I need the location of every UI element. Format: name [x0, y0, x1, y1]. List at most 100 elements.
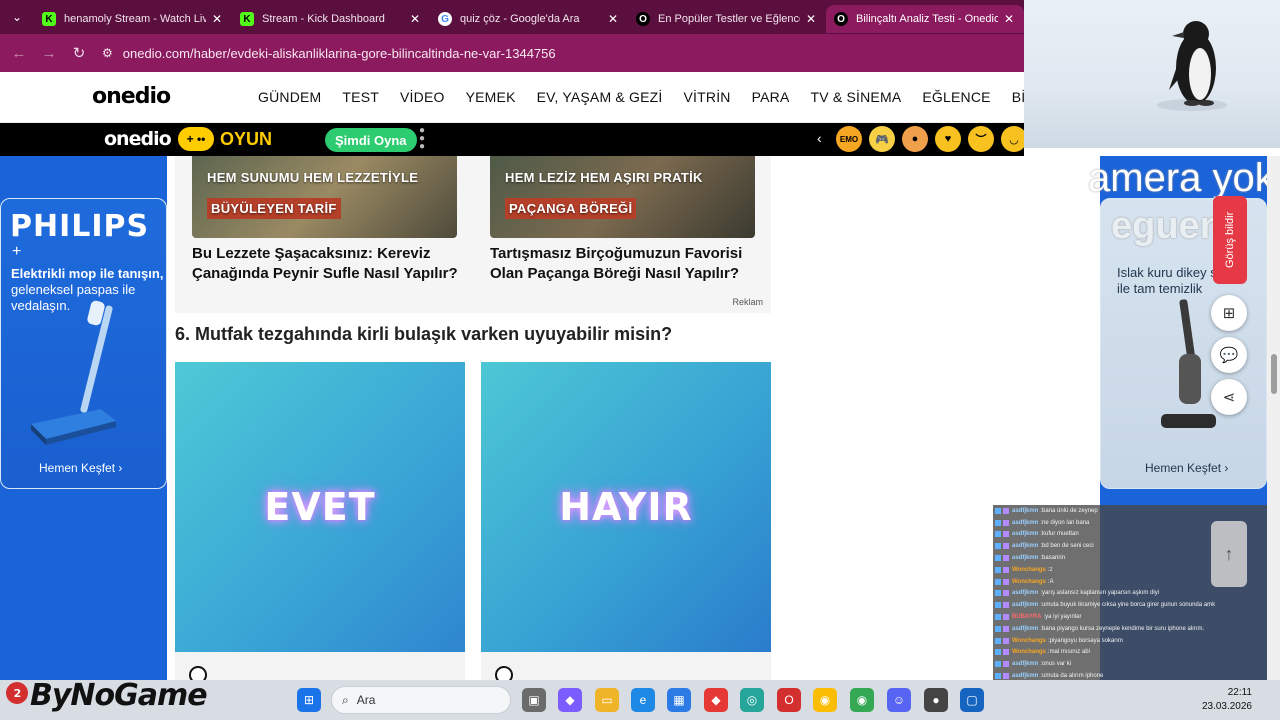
chat-message: BUBAYRA: ya iyi yayınlar — [993, 611, 1280, 623]
tab-title: En Popüler Testler ve Eğlenceli — [658, 13, 800, 25]
chat-username[interactable]: Wonchangs — [1012, 649, 1046, 655]
close-tab-icon[interactable]: ✕ — [606, 12, 620, 26]
red-app-icon[interactable]: ◆ — [704, 688, 728, 712]
browser-tab-3[interactable]: G quiz çöz - Google'da Ara ✕ — [430, 5, 628, 33]
nav-tv-sinema[interactable]: TV & SİNEMA — [810, 89, 901, 105]
close-tab-icon[interactable]: ✕ — [210, 12, 224, 26]
chat-username[interactable]: asdfjkmn — [1012, 590, 1038, 596]
opera-icon[interactable]: O — [777, 688, 801, 712]
sad-emoji-icon[interactable]: ︶ — [968, 126, 994, 152]
left-ad-card[interactable]: PHILIPS + Elektrikli mop ile tanışın, ge… — [0, 198, 167, 489]
chat-username[interactable]: asdfjkmn — [1012, 531, 1038, 537]
tab-title: Bilinçaltı Analiz Testi - Onedio — [856, 13, 998, 25]
discord-icon[interactable]: ☺ — [887, 688, 911, 712]
chat-username[interactable]: asdfjkmn — [1012, 673, 1038, 679]
store-icon[interactable]: ▦ — [667, 688, 691, 712]
recommendation-box: HEM SUNUMU HEM LEZZETİYLE BÜYÜLEYEN TARİ… — [175, 156, 771, 313]
nav-yemek[interactable]: YEMEK — [466, 89, 516, 105]
answer-label: HAYIR — [559, 485, 693, 529]
reload-icon[interactable]: ↻ — [64, 38, 94, 68]
nav-test[interactable]: TEST — [342, 89, 379, 105]
nav-para[interactable]: PARA — [752, 89, 790, 105]
nav-gundem[interactable]: GÜNDEM — [258, 89, 321, 105]
close-tab-icon[interactable]: ✕ — [1002, 12, 1016, 26]
emoji-game-icon[interactable]: EMO — [836, 126, 862, 152]
recommendation-image-1[interactable]: HEM SUNUMU HEM LEZZETİYLE BÜYÜLEYEN TARİ… — [192, 156, 457, 238]
feedback-button[interactable]: Görüş bildir — [1213, 196, 1247, 284]
image-caption-highlight: PAÇANGA BÖREĞİ — [505, 198, 637, 219]
browser-tab-4[interactable]: O En Popüler Testler ve Eğlenceli ✕ — [628, 5, 826, 33]
answer-option-evet[interactable]: EVET — [175, 362, 465, 652]
chat-text: umuta da alırım iphone — [1042, 673, 1104, 680]
chat-username[interactable]: asdfjkmn — [1012, 602, 1038, 608]
play-now-button[interactable]: Şimdi Oyna — [325, 128, 417, 152]
chat-username[interactable]: asdfjkmn — [1012, 555, 1038, 561]
bynogame-watermark: 2 ByNoGame — [0, 678, 210, 720]
chat-username[interactable]: asdfjkmn — [1012, 520, 1038, 526]
heart-eyes-emoji-icon[interactable]: ♥ — [935, 126, 961, 152]
nav-vitrin[interactable]: VİTRİN — [684, 89, 731, 105]
nav-eglence[interactable]: EĞLENCE — [922, 89, 990, 105]
task-view-icon[interactable]: ▣ — [522, 688, 546, 712]
google-favicon-icon: G — [438, 12, 452, 26]
cookie-emoji-icon[interactable]: ● — [902, 126, 928, 152]
browser-tab-5-active[interactable]: O Bilinçaltı Analiz Testi - Onedio ✕ — [826, 5, 1024, 33]
chat-text: z — [1049, 566, 1053, 573]
scroll-to-top-button[interactable]: ↑ — [1211, 521, 1247, 587]
chat-username[interactable]: asdfjkmn — [1012, 543, 1038, 549]
obs-icon[interactable]: ● — [924, 688, 948, 712]
site-info-icon[interactable]: ⚙ — [102, 46, 113, 60]
chat-username[interactable]: Wonchangs — [1012, 567, 1046, 573]
game-bar: onedio + •• OYUN Şimdi Oyna ● ● ● ‹ EMO 🎮 … — [0, 123, 1027, 156]
chat-username[interactable]: Wonchangs — [1012, 579, 1046, 585]
browser-tab-2[interactable]: K Stream - Kick Dashboard ✕ — [232, 5, 430, 33]
copilot-icon[interactable]: ◆ — [558, 688, 582, 712]
window-app-icon[interactable]: ▢ — [960, 688, 984, 712]
chat-badge-icon — [995, 625, 1001, 632]
recommendation-title-1[interactable]: Bu Lezzete Şaşacaksınız: Kereviz Çanağın… — [192, 244, 458, 284]
chrome-icon[interactable]: ◉ — [813, 688, 837, 712]
clock-time: 22:11 — [1227, 687, 1252, 698]
gamepad-emoji-icon[interactable]: 🎮 — [869, 126, 895, 152]
chat-badge-icon — [1003, 519, 1009, 526]
right-ad-cta[interactable]: Hemen Keşfet › — [1145, 461, 1228, 475]
app-icon[interactable]: ◎ — [740, 688, 764, 712]
forward-arrow-icon[interactable]: → — [34, 38, 64, 68]
back-arrow-icon[interactable]: ← — [4, 38, 34, 68]
recommendation-image-2[interactable]: HEM LEZİZ HEM AŞIRI PRATİK PAÇANGA BÖREĞ… — [490, 156, 755, 238]
chat-username[interactable]: asdfjkmn — [1012, 626, 1038, 632]
close-tab-icon[interactable]: ✕ — [804, 12, 818, 26]
onedio-favicon-icon: O — [636, 12, 650, 26]
emoji-reactions: EMO 🎮 ● ♥ ︶ ◡ — [836, 126, 1027, 152]
close-tab-icon[interactable]: ✕ — [408, 12, 422, 26]
left-ad-cta[interactable]: Hemen Keşfet › — [39, 461, 122, 475]
taskbar-search[interactable]: ⌕ Ara — [331, 686, 511, 714]
nav-ev-yasam-gezi[interactable]: EV, YAŞAM & GEZİ — [537, 89, 663, 105]
chat-message: Wonchangs: mal mısınız abi — [993, 647, 1280, 659]
recommendation-title-2[interactable]: Tartışmasız Birçoğumuzun Favorisi Olan P… — [490, 244, 742, 284]
chat-username[interactable]: asdfjkmn — [1012, 508, 1038, 514]
share-icon[interactable]: ⋖ — [1211, 379, 1247, 415]
file-explorer-icon[interactable]: ▭ — [595, 688, 619, 712]
edge-icon[interactable]: e — [631, 688, 655, 712]
browser-tab-1[interactable]: K henamoly Stream - Watch Live ✕ — [34, 5, 232, 33]
chevron-left-icon[interactable]: ‹ — [817, 130, 822, 146]
system-clock[interactable]: 22:11 23.03.2026 — [1202, 686, 1252, 714]
scrollbar-thumb[interactable] — [1271, 354, 1277, 394]
windows-start-icon[interactable]: ⊞ — [297, 688, 321, 712]
more-dots-icon[interactable]: ● ● ● — [418, 126, 426, 152]
answer-option-hayir[interactable]: HAYIR — [481, 362, 771, 652]
chat-username[interactable]: Wonchangs — [1012, 638, 1046, 644]
comments-icon[interactable]: 💬 — [1211, 337, 1247, 373]
nav-video[interactable]: VİDEO — [400, 89, 445, 105]
url-field[interactable]: ⚙ onedio.com/haber/evdeki-aliskanliklari… — [102, 46, 556, 61]
chat-username[interactable]: asdfjkmn — [1012, 661, 1038, 667]
bookmark-plus-icon[interactable]: ⊞ — [1211, 295, 1247, 331]
onedio-logo[interactable]: onedio — [92, 84, 171, 109]
game-bar-logo[interactable]: onedio — [104, 128, 172, 150]
chrome-profile-icon[interactable]: ◉ — [850, 688, 874, 712]
chat-username[interactable]: BUBAYRA — [1012, 614, 1041, 620]
page-scrollbar[interactable] — [1267, 156, 1280, 680]
tab-search-icon[interactable]: ⌄ — [0, 0, 34, 34]
onedio-favicon-icon: O — [834, 12, 848, 26]
